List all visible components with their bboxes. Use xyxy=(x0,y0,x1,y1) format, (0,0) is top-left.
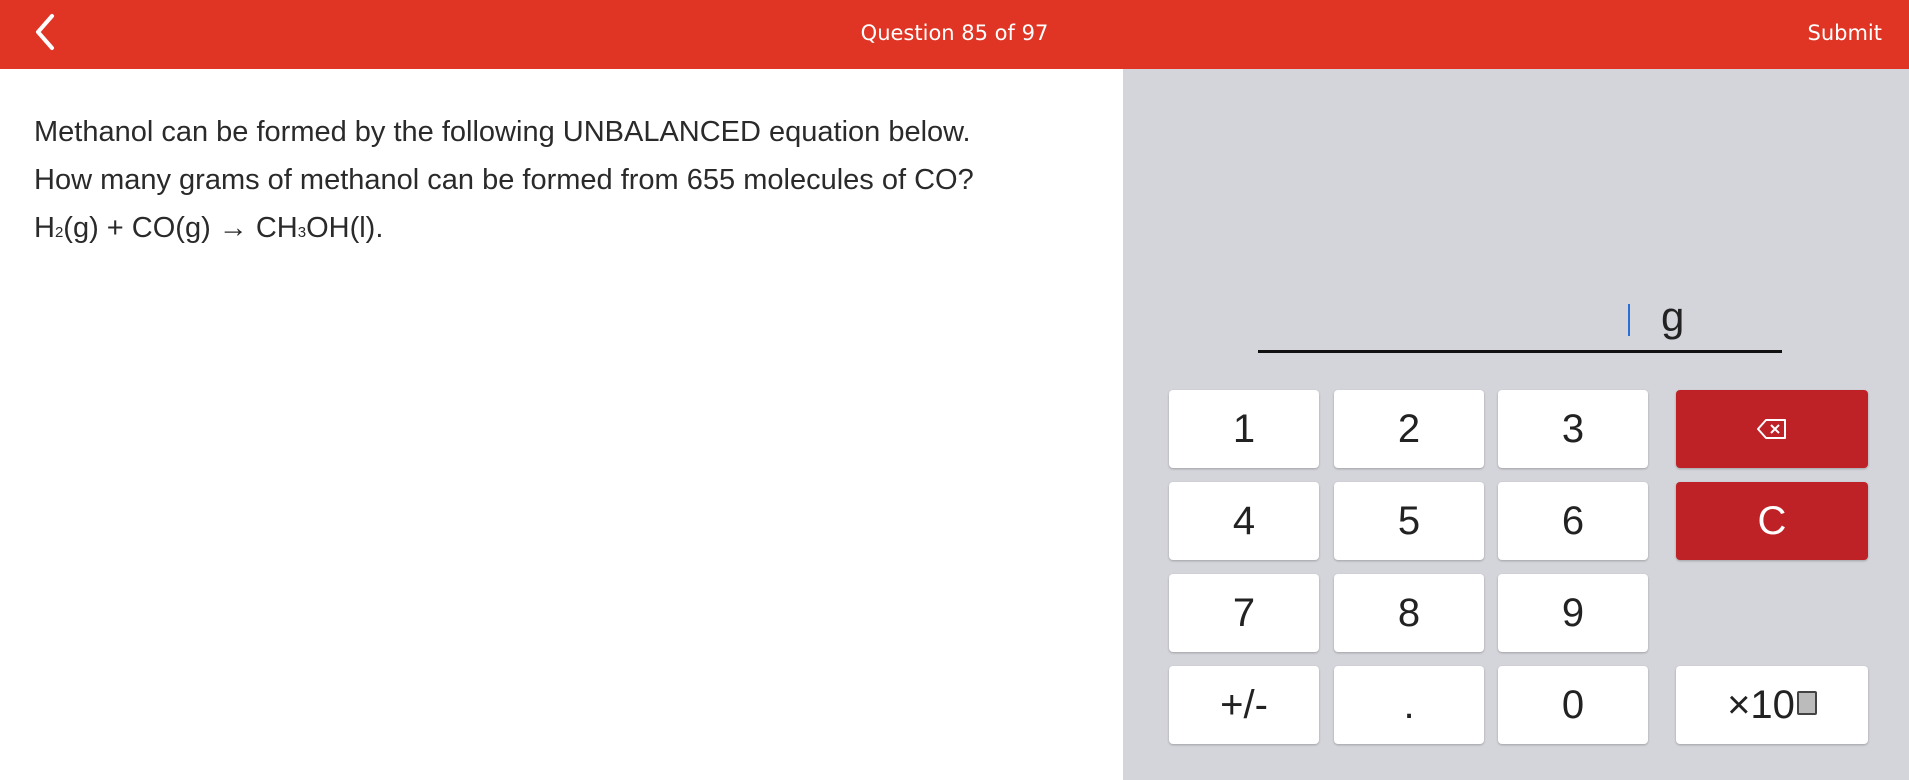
backspace-button[interactable] xyxy=(1676,390,1868,468)
key-9[interactable]: 9 xyxy=(1498,574,1648,652)
calculator-panel: g 1 2 3 4 5 6 C 7 8 9 +/- . 0 ×10 xyxy=(1123,69,1909,780)
eq-middle: (g) + CO(g) → CH xyxy=(63,212,298,244)
key-6[interactable]: 6 xyxy=(1498,482,1648,560)
eq-end: OH(l). xyxy=(306,212,384,244)
chevron-left-icon xyxy=(36,14,54,50)
eq-h: H xyxy=(34,212,55,244)
key-0[interactable]: 0 xyxy=(1498,666,1648,744)
sign-toggle-key[interactable]: +/- xyxy=(1169,666,1319,744)
key-2[interactable]: 2 xyxy=(1334,390,1484,468)
answer-field[interactable]: g xyxy=(1258,279,1782,353)
exponent-box-icon xyxy=(1796,691,1817,715)
back-button[interactable] xyxy=(28,12,64,52)
key-3[interactable]: 3 xyxy=(1498,390,1648,468)
key-8[interactable]: 8 xyxy=(1334,574,1484,652)
question-progress: Question 85 of 97 xyxy=(860,21,1049,45)
clear-button[interactable]: C xyxy=(1676,482,1868,560)
key-7[interactable]: 7 xyxy=(1169,574,1319,652)
top-bar: Question 85 of 97 Submit xyxy=(0,0,1909,69)
question-line-2: How many grams of methanol can be formed… xyxy=(34,164,974,196)
backspace-icon xyxy=(1757,419,1786,439)
times-ten-button[interactable]: ×10 xyxy=(1676,666,1868,744)
eq-ch-subscript: 3 xyxy=(297,224,307,241)
submit-button[interactable]: Submit xyxy=(1808,0,1883,67)
key-5[interactable]: 5 xyxy=(1334,482,1484,560)
question-line-1: Methanol can be formed by the following … xyxy=(34,116,971,148)
chemical-equation: H2(g) + CO(g) → CH3OH(l). xyxy=(34,204,1094,257)
question-text: Methanol can be formed by the following … xyxy=(34,108,1094,257)
text-cursor xyxy=(1628,304,1630,336)
answer-unit: g xyxy=(1661,293,1685,340)
key-1[interactable]: 1 xyxy=(1169,390,1319,468)
times-ten-label: ×10 xyxy=(1727,682,1795,727)
key-4[interactable]: 4 xyxy=(1169,482,1319,560)
decimal-key[interactable]: . xyxy=(1334,666,1484,744)
